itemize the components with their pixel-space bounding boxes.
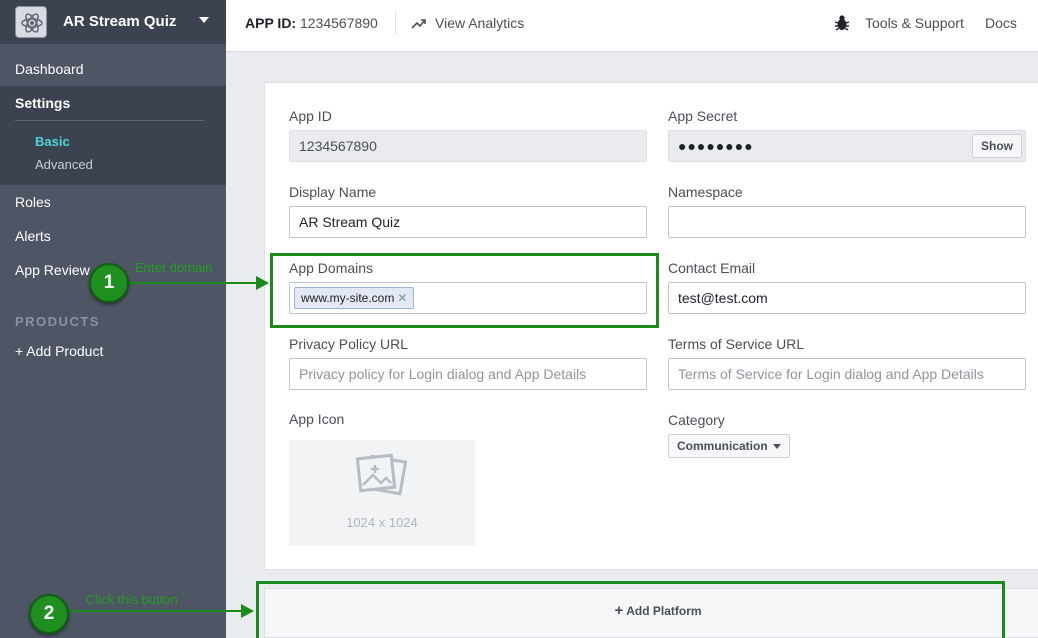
docs-link[interactable]: Docs xyxy=(985,15,1017,31)
app-icon-label: App Icon xyxy=(289,411,345,427)
app-id-value: 1234567890 xyxy=(299,15,378,31)
sidebar-item-dashboard[interactable]: Dashboard xyxy=(15,61,84,77)
display-name-label: Display Name xyxy=(289,184,377,200)
sidebar-subitem-basic[interactable]: Basic xyxy=(35,134,70,149)
category-label: Category xyxy=(668,412,725,428)
add-product-link[interactable]: + Add Product xyxy=(15,343,103,359)
show-secret-button[interactable]: Show xyxy=(972,134,1022,158)
app-id-field-label: App ID xyxy=(289,108,332,124)
privacy-policy-input[interactable]: Privacy policy for Login dialog and App … xyxy=(289,358,647,390)
icon-dimensions: 1024 x 1024 xyxy=(346,515,418,530)
highlight-box-domains xyxy=(270,253,659,328)
contact-email-input[interactable]: test@test.com xyxy=(668,282,1026,314)
arrow-right-icon xyxy=(256,276,269,290)
app-id-field: 1234567890 xyxy=(289,130,647,162)
app-secret-field: ●●●●●●●● Show xyxy=(668,130,1026,162)
sidebar-subitem-advanced[interactable]: Advanced xyxy=(35,157,93,172)
app-logo-icon xyxy=(15,6,47,38)
category-value: Communication xyxy=(677,439,768,453)
app-name: AR Stream Quiz xyxy=(63,13,177,30)
app-id-display: APP ID: 1234567890 xyxy=(245,15,378,31)
chevron-down-icon[interactable] xyxy=(199,17,209,23)
app-secret-label: App Secret xyxy=(668,108,738,124)
terms-of-service-input[interactable]: Terms of Service for Login dialog and Ap… xyxy=(668,358,1026,390)
bug-icon[interactable] xyxy=(834,14,850,37)
category-select[interactable]: Communication xyxy=(668,434,790,458)
namespace-input[interactable] xyxy=(668,206,1026,238)
annotation-marker-2: 2 xyxy=(29,594,69,634)
annotation-arrow-line xyxy=(128,282,256,284)
sidebar-item-alerts[interactable]: Alerts xyxy=(15,228,51,244)
image-placeholder-icon xyxy=(355,453,408,496)
namespace-label: Namespace xyxy=(668,184,743,200)
sidebar: AR Stream Quiz Dashboard Settings Basic … xyxy=(0,0,226,638)
contact-email-label: Contact Email xyxy=(668,260,756,276)
chevron-down-icon xyxy=(772,444,781,450)
annotation-marker-1: 1 xyxy=(89,263,129,303)
app-icon-uploader[interactable]: 1024 x 1024 xyxy=(289,440,475,546)
trend-up-icon xyxy=(411,16,427,35)
terms-of-service-label: Terms of Service URL xyxy=(668,336,805,352)
annotation-text-2: Click this button xyxy=(86,592,178,607)
app-switcher[interactable]: AR Stream Quiz xyxy=(0,0,226,44)
app-id-label: APP ID: xyxy=(245,15,297,31)
annotation-text-1: Enter domain xyxy=(135,260,213,275)
sidebar-item-app-review[interactable]: App Review xyxy=(15,262,90,278)
tools-support-link[interactable]: Tools & Support xyxy=(865,15,964,31)
display-name-input[interactable]: AR Stream Quiz xyxy=(289,206,647,238)
app-secret-masked: ●●●●●●●● xyxy=(678,138,754,154)
sidebar-item-settings[interactable]: Settings xyxy=(15,95,70,111)
arrow-right-icon xyxy=(241,604,254,618)
divider xyxy=(15,120,205,121)
top-bar: APP ID: 1234567890 View Analytics Tools … xyxy=(226,0,1038,52)
sidebar-item-roles[interactable]: Roles xyxy=(15,194,51,210)
view-analytics-link[interactable]: View Analytics xyxy=(435,15,524,31)
products-heading: PRODUCTS xyxy=(15,314,100,329)
annotation-arrow-line xyxy=(68,610,242,612)
privacy-policy-label: Privacy Policy URL xyxy=(289,336,409,352)
highlight-box-add-platform xyxy=(256,581,1005,638)
divider xyxy=(395,12,396,34)
